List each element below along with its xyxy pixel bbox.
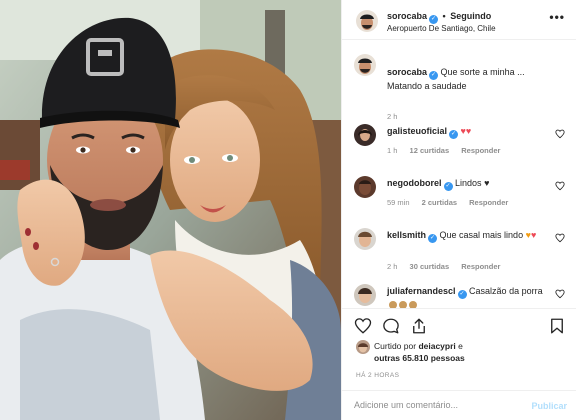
black-heart-emoji: ♥: [484, 178, 490, 188]
liker-username[interactable]: deiacypri: [418, 341, 455, 351]
author-avatar-image: [356, 10, 378, 32]
comment-text-block: juliafernandescl ✓ Casalzão da porra: [387, 285, 547, 308]
comment-avatar-image: [354, 228, 376, 250]
liker-avatar-image: [356, 340, 370, 354]
couple-selfie-image: [0, 0, 341, 420]
comment-likes[interactable]: 12 curtidas: [410, 146, 450, 155]
caption-time[interactable]: 2 h: [387, 112, 397, 121]
comment-meta: 1 h 12 curtidas Responder: [387, 146, 510, 155]
comment-time[interactable]: 2 h: [387, 262, 397, 271]
comment-username[interactable]: kellsmith: [387, 230, 426, 240]
post-location[interactable]: Aeropuerto De Santiago, Chile: [387, 24, 496, 33]
comment-avatar-image: [354, 176, 376, 198]
post-actions: [342, 308, 576, 344]
clap-emoji: [399, 301, 407, 308]
comment-avatar-image: [354, 284, 376, 306]
comment-text: Lindos: [455, 178, 482, 188]
comment-text-block: kellsmith ✓ Que casal mais lindo ♥♥: [387, 229, 547, 243]
comment-meta: 59 min 2 curtidas Responder: [387, 198, 518, 207]
following-status[interactable]: Seguindo: [450, 11, 491, 21]
likes-others[interactable]: outras 65.810 pessoas: [374, 353, 465, 363]
post-header: sorocaba ✓ • Seguindo Aeropuerto De Santi…: [342, 0, 576, 40]
likes-prefix: Curtido por: [374, 341, 417, 351]
author-line: sorocaba ✓ • Seguindo: [387, 11, 491, 24]
separator-dot: •: [442, 11, 446, 21]
like-comment-heart-icon[interactable]: [555, 181, 565, 191]
liker-avatar[interactable]: [356, 340, 370, 354]
verified-badge-icon: ✓: [429, 71, 439, 80]
comment-avatar[interactable]: [354, 176, 376, 198]
red-heart-emoji: ♥: [530, 230, 537, 240]
like-comment-heart-icon[interactable]: [555, 289, 565, 299]
likes-text: Curtido por deiacypri e outras 65.810 pe…: [374, 340, 564, 364]
like-comment-heart-icon[interactable]: [555, 233, 565, 243]
verified-badge-icon: ✓: [443, 182, 453, 191]
caption-avatar[interactable]: [354, 54, 376, 76]
post-sidebar: sorocaba ✓ • Seguindo Aeropuerto De Santi…: [341, 0, 576, 420]
caption-avatar-image: [354, 54, 376, 76]
comment-avatar[interactable]: [354, 124, 376, 146]
like-heart-icon[interactable]: [354, 317, 372, 335]
comment-time[interactable]: 1 h: [387, 146, 397, 155]
post-timestamp[interactable]: HÁ 2 HORAS: [356, 372, 399, 379]
verified-badge-icon: ✓: [429, 15, 439, 24]
likes-middle: e: [458, 341, 463, 351]
clap-emoji: [389, 301, 397, 308]
add-comment-bar: Publicar: [342, 390, 576, 420]
verified-badge-icon: ✓: [457, 290, 467, 299]
verified-badge-icon: ✓: [449, 130, 459, 139]
comment-avatar-image: [354, 124, 376, 146]
more-options-icon[interactable]: •••: [549, 10, 565, 24]
comment-text-block: galisteuoficial ✓ ♥♥: [387, 125, 547, 139]
reply-button[interactable]: Responder: [461, 146, 500, 155]
author-username[interactable]: sorocaba: [387, 11, 427, 21]
comment-likes[interactable]: 30 curtidas: [410, 262, 450, 271]
comment-time[interactable]: 59 min: [387, 198, 410, 207]
comments-list[interactable]: sorocaba ✓ Que sorte a minha ... Matando …: [342, 40, 576, 308]
comment-username[interactable]: galisteuoficial: [387, 126, 447, 136]
reply-button[interactable]: Responder: [461, 262, 500, 271]
comment-avatar[interactable]: [354, 284, 376, 306]
publish-button[interactable]: Publicar: [531, 401, 567, 411]
post-photo[interactable]: [0, 0, 341, 420]
author-avatar[interactable]: [356, 10, 378, 32]
comment-icon[interactable]: [382, 317, 400, 335]
like-comment-heart-icon[interactable]: [555, 129, 565, 139]
caption-username[interactable]: sorocaba: [387, 67, 427, 77]
caption-meta: 2 h: [387, 112, 407, 121]
comment-avatar[interactable]: [354, 228, 376, 250]
comment-likes[interactable]: 2 curtidas: [422, 198, 457, 207]
save-bookmark-icon[interactable]: [548, 317, 566, 335]
comment-meta: 2 h 30 curtidas Responder: [387, 262, 510, 271]
share-icon[interactable]: [410, 317, 428, 335]
comment-text: Que casal mais lindo: [439, 230, 524, 240]
instagram-post: sorocaba ✓ • Seguindo Aeropuerto De Santi…: [0, 0, 576, 420]
comment-username[interactable]: negodoborel: [387, 178, 442, 188]
comment-username[interactable]: juliafernandescl: [387, 286, 456, 296]
comment-text: Casalzão da porra: [469, 286, 543, 296]
caption-text-block: sorocaba ✓ Que sorte a minha ... Matando …: [387, 66, 547, 92]
add-comment-input[interactable]: [354, 400, 504, 410]
red-heart-emoji: ♥: [465, 126, 472, 136]
comment-text-block: negodoborel ✓ Lindos ♥: [387, 177, 547, 191]
verified-badge-icon: ✓: [428, 234, 438, 243]
reply-button[interactable]: Responder: [469, 198, 508, 207]
clap-emoji: [409, 301, 417, 308]
